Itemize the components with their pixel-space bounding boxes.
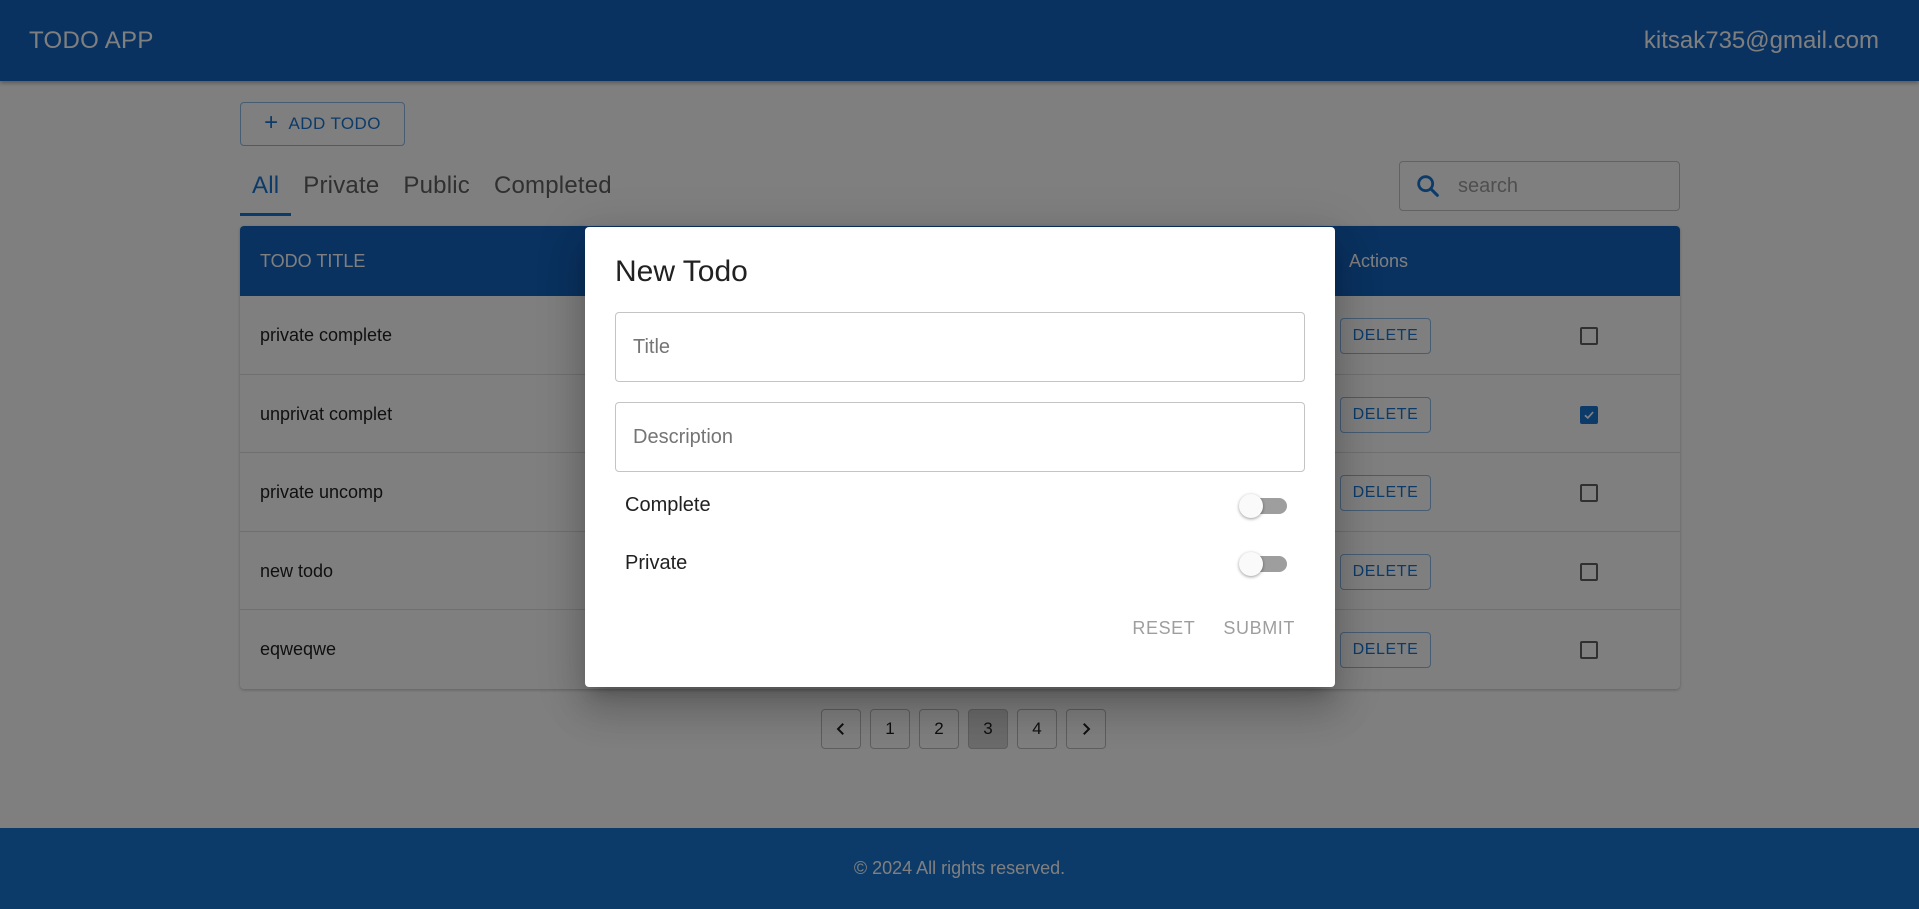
dialog-actions: RESET SUBMIT <box>1132 618 1295 639</box>
description-input[interactable] <box>633 425 1273 449</box>
complete-label: Complete <box>625 493 711 516</box>
submit-button[interactable]: SUBMIT <box>1223 618 1295 639</box>
reset-button[interactable]: RESET <box>1132 618 1195 639</box>
description-field <box>615 402 1305 472</box>
complete-row: Complete <box>625 485 1287 525</box>
toggle-thumb <box>1239 494 1263 518</box>
complete-toggle[interactable] <box>1239 492 1287 518</box>
new-todo-dialog: New Todo Complete Private RESET SUBMIT <box>585 227 1335 687</box>
toggle-thumb <box>1239 552 1263 576</box>
private-toggle[interactable] <box>1239 550 1287 576</box>
dialog-title: New Todo <box>615 255 748 288</box>
private-label: Private <box>625 551 688 574</box>
title-input[interactable] <box>633 335 1273 359</box>
title-field <box>615 312 1305 382</box>
private-row: Private <box>625 543 1287 583</box>
